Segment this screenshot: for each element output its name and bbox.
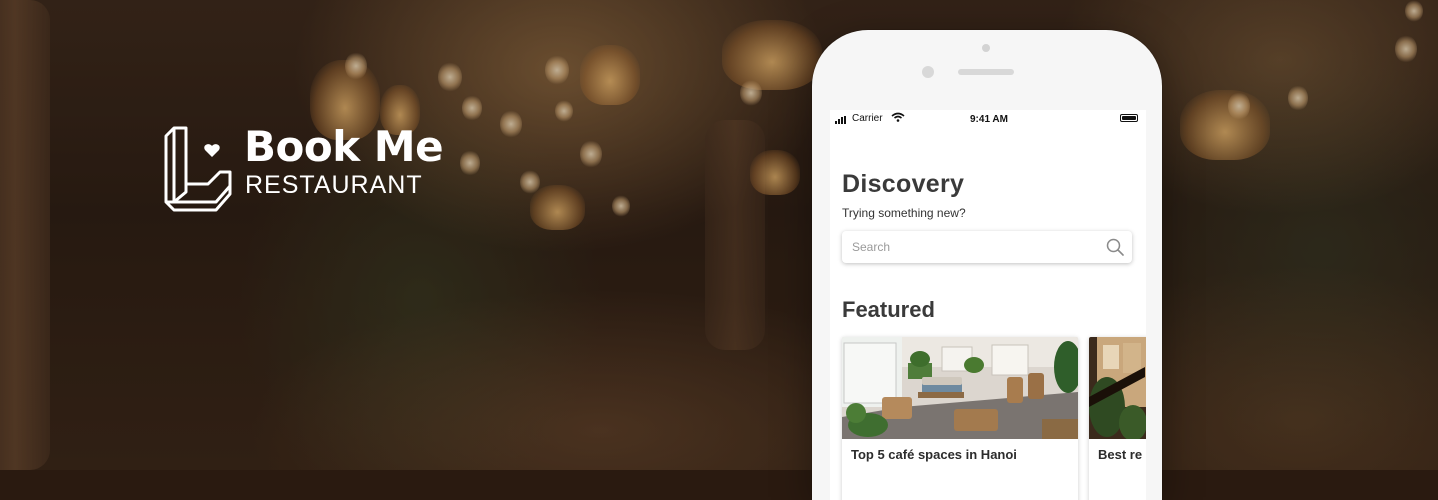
status-bar: Carrier 9:41 AM — [830, 110, 1146, 130]
status-time: 9:41 AM — [970, 114, 1008, 125]
phone-mockup: Carrier 9:41 AM Discovery Trying somethi… — [812, 30, 1162, 500]
battery-icon — [1120, 114, 1138, 122]
card-title: Top 5 café spaces in Hanoi — [851, 447, 1017, 462]
signal-icon — [835, 116, 849, 124]
phone-speaker — [958, 69, 1014, 75]
brand-logo: Book Me RESTAURANT — [164, 122, 444, 218]
search-bar — [842, 231, 1132, 263]
search-icon[interactable] — [1106, 238, 1124, 256]
brand-subtitle: RESTAURANT — [245, 171, 423, 199]
search-input[interactable] — [842, 231, 1112, 263]
carrier-label: Carrier — [852, 113, 883, 124]
page-title: Discovery — [842, 170, 965, 198]
featured-section-title: Featured — [842, 297, 935, 322]
app-screen: Carrier 9:41 AM Discovery Trying somethi… — [830, 110, 1146, 500]
phone-camera — [982, 44, 990, 52]
cafe-interior-image — [842, 337, 1078, 439]
card-title: Best re — [1098, 447, 1143, 462]
page-subtitle: Trying something new? — [842, 206, 966, 220]
background-overlay — [0, 0, 1438, 470]
book-me-logo-icon — [164, 126, 232, 212]
restaurant-interior-image — [1089, 337, 1146, 439]
background-restaurant-photo — [0, 0, 1438, 470]
featured-card[interactable]: Top 5 café spaces in Hanoi — [842, 337, 1078, 500]
wifi-icon — [891, 112, 905, 122]
phone-sensor — [922, 66, 934, 78]
brand-name: Book Me — [244, 122, 444, 171]
featured-card[interactable]: Best re — [1089, 337, 1146, 500]
